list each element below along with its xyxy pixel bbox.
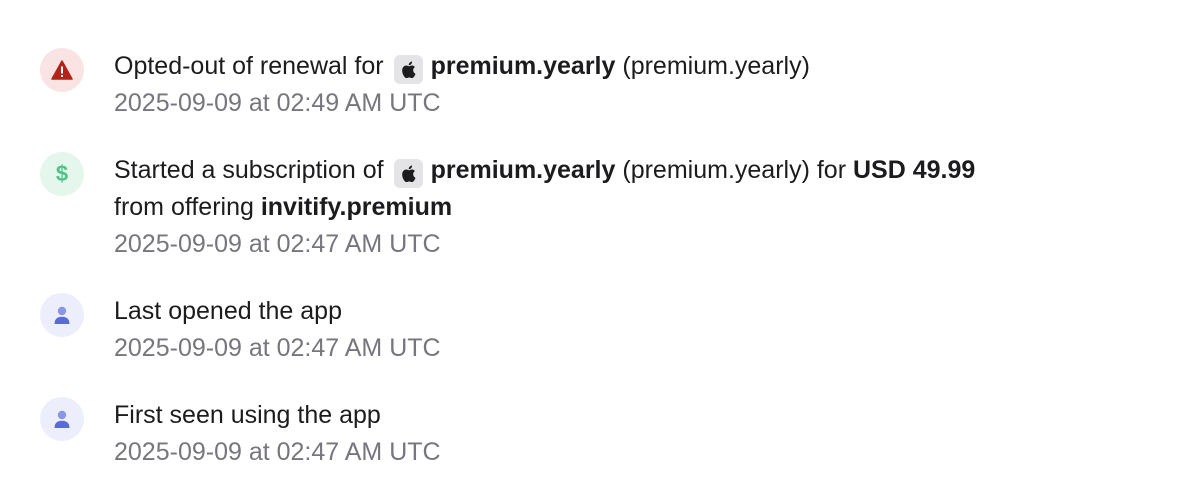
- event-description: First seen using the app: [114, 401, 381, 429]
- event-timestamp: 2025-09-09 at 02:47 AM UTC: [114, 438, 441, 466]
- product-name: premium.yearly: [430, 52, 616, 80]
- event-description: Started a subscription of premium.yearly …: [114, 152, 1160, 189]
- price-value: USD 49.99: [853, 156, 976, 184]
- event-content: Started a subscription of premium.yearly …: [114, 152, 1160, 263]
- event-content: Opted-out of renewal for premium.yearly (…: [114, 48, 1160, 122]
- event-timestamp: 2025-09-09 at 02:47 AM UTC: [114, 334, 441, 362]
- for-text: for: [816, 156, 847, 184]
- warning-icon: [40, 48, 84, 92]
- offering-prefix: from offering: [114, 193, 254, 221]
- user-icon: [40, 397, 84, 441]
- event-timestamp: 2025-09-09 at 02:47 AM UTC: [114, 230, 441, 258]
- product-name: premium.yearly: [430, 156, 616, 184]
- event-description: Last opened the app: [114, 297, 342, 325]
- event-content: First seen using the app 2025-09-09 at 0…: [114, 397, 1160, 471]
- event-description: Opted-out of renewal for premium.yearly (…: [114, 48, 1160, 85]
- apple-icon: [393, 159, 423, 188]
- event-content: Last opened the app 2025-09-09 at 02:47 …: [114, 293, 1160, 367]
- dollar-symbol: $: [55, 161, 69, 186]
- dollar-icon: $: [40, 152, 84, 196]
- customer-activity-timeline: Opted-out of renewal for premium.yearly (…: [0, 0, 1200, 498]
- event-timestamp: 2025-09-09 at 02:49 AM UTC: [114, 89, 441, 117]
- event-offering: from offering invitify.premium: [114, 189, 1160, 226]
- product-identifier: (premium.yearly): [622, 52, 810, 80]
- apple-icon: [393, 55, 423, 84]
- event-text: Opted-out of renewal for: [114, 52, 384, 80]
- product-identifier: (premium.yearly): [622, 156, 810, 184]
- event-text: Started a subscription of: [114, 156, 384, 184]
- offering-name: invitify.premium: [260, 193, 453, 221]
- user-icon: [40, 293, 84, 337]
